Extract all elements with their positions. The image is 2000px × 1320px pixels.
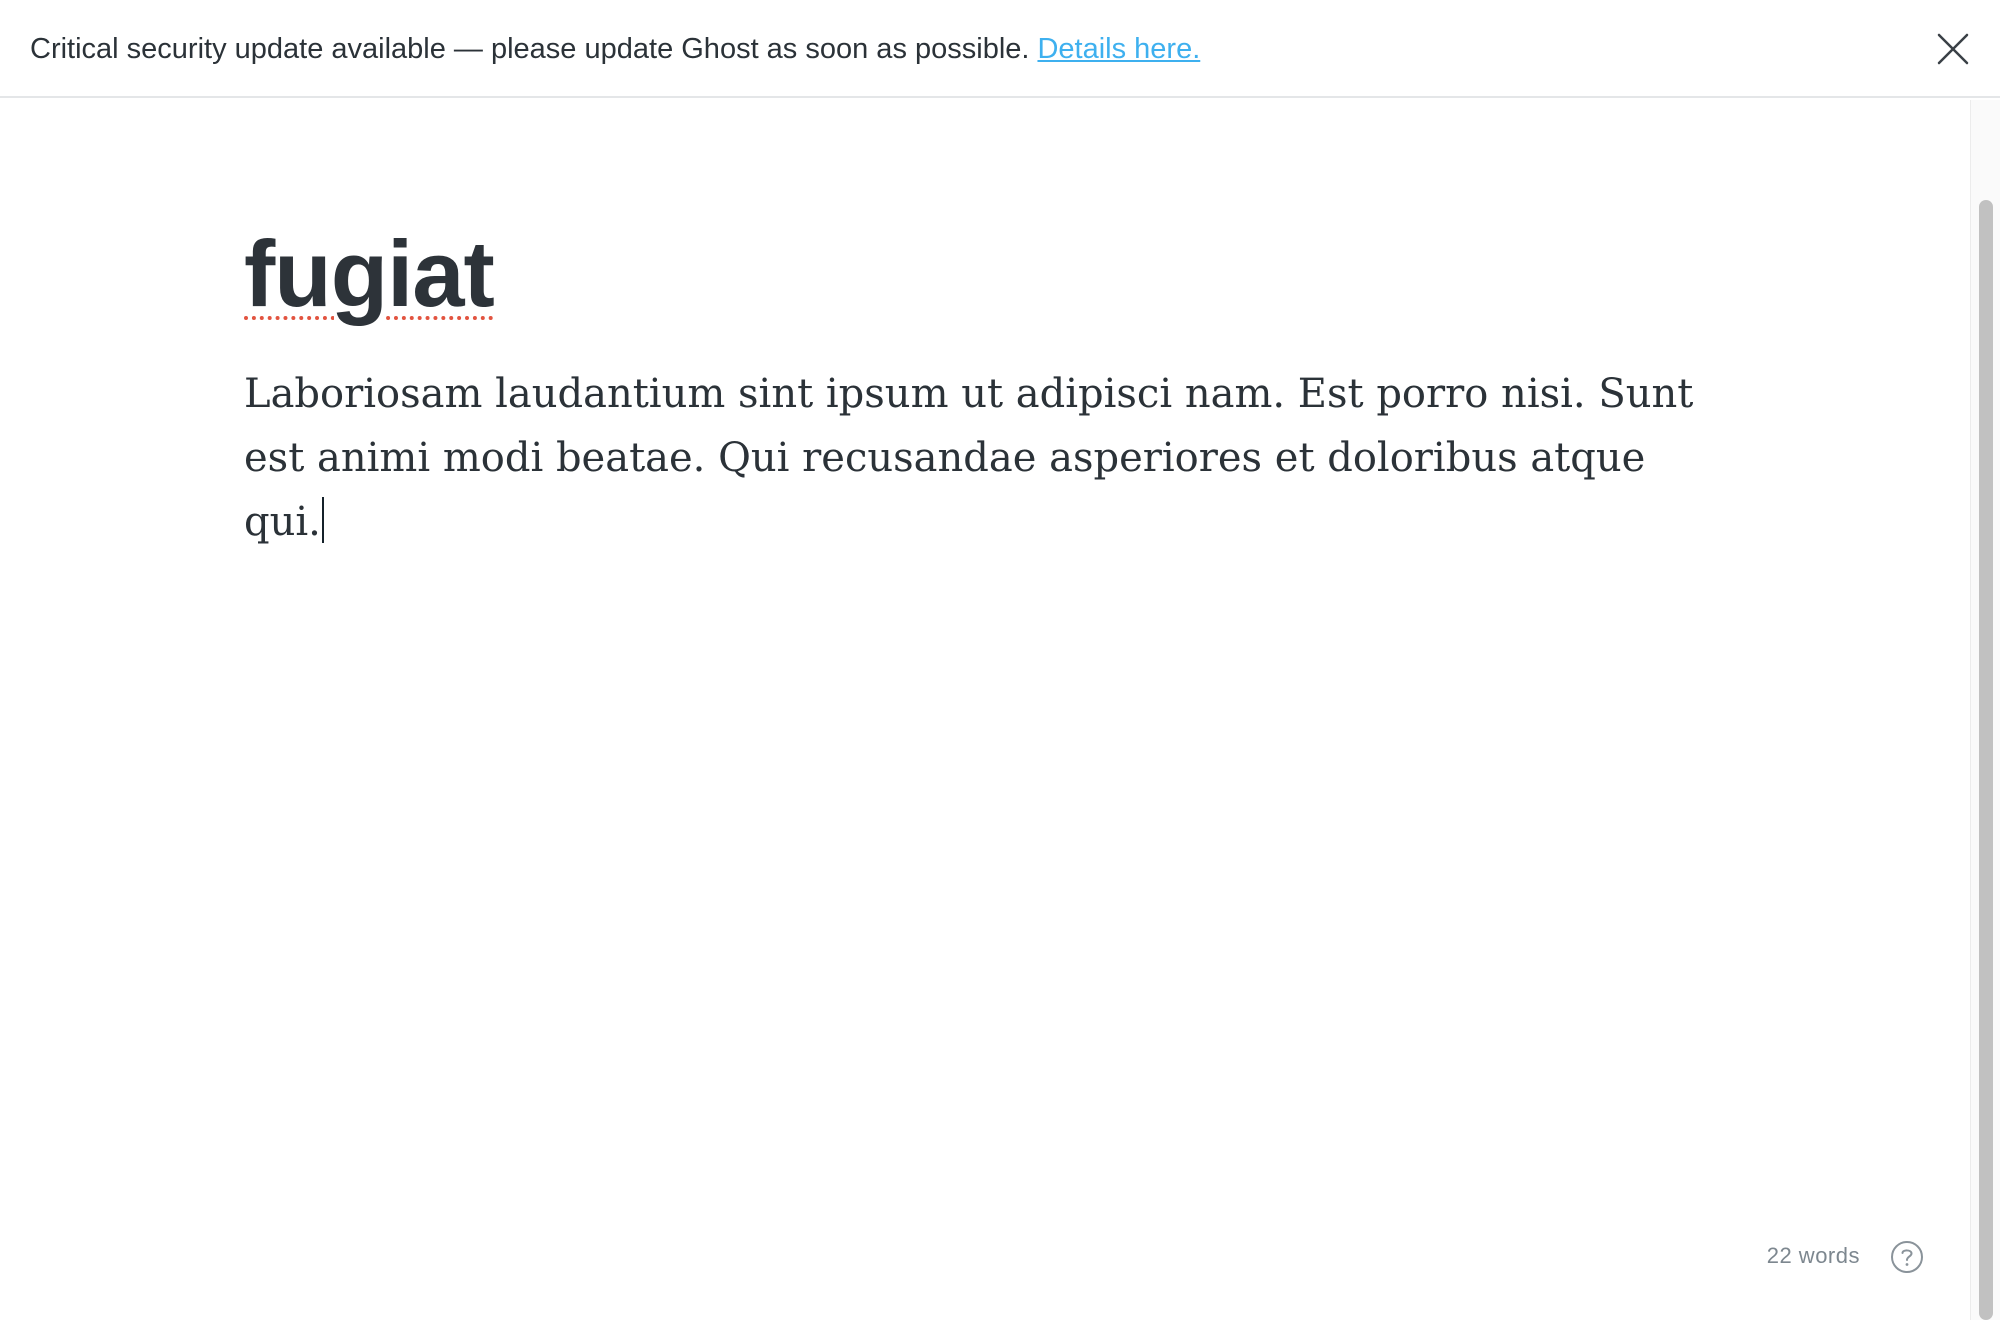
post-body-content[interactable]: Laboriosam laudantium sint ipsum ut adip…	[244, 362, 1724, 554]
security-update-banner: Critical security update available — ple…	[0, 0, 2000, 98]
banner-message: Critical security update available — ple…	[30, 33, 1030, 65]
close-icon[interactable]	[1934, 30, 1972, 68]
post-title[interactable]: fugiat	[244, 218, 495, 330]
word-count: 22 words	[1766, 1243, 1860, 1268]
help-circle-icon[interactable]	[1890, 1240, 1924, 1274]
banner-details-link[interactable]: Details here.	[1037, 33, 1200, 65]
banner-message-wrap: Critical security update available — ple…	[30, 0, 1200, 98]
editor-scrollbar[interactable]	[1970, 100, 2000, 1320]
scrollbar-thumb[interactable]	[1979, 200, 1993, 1320]
post-editor[interactable]: fugiat Laboriosam laudantium sint ipsum …	[0, 100, 1970, 1320]
post-body-text[interactable]: Laboriosam laudantium sint ipsum ut adip…	[244, 371, 1693, 545]
text-cursor	[321, 497, 324, 543]
